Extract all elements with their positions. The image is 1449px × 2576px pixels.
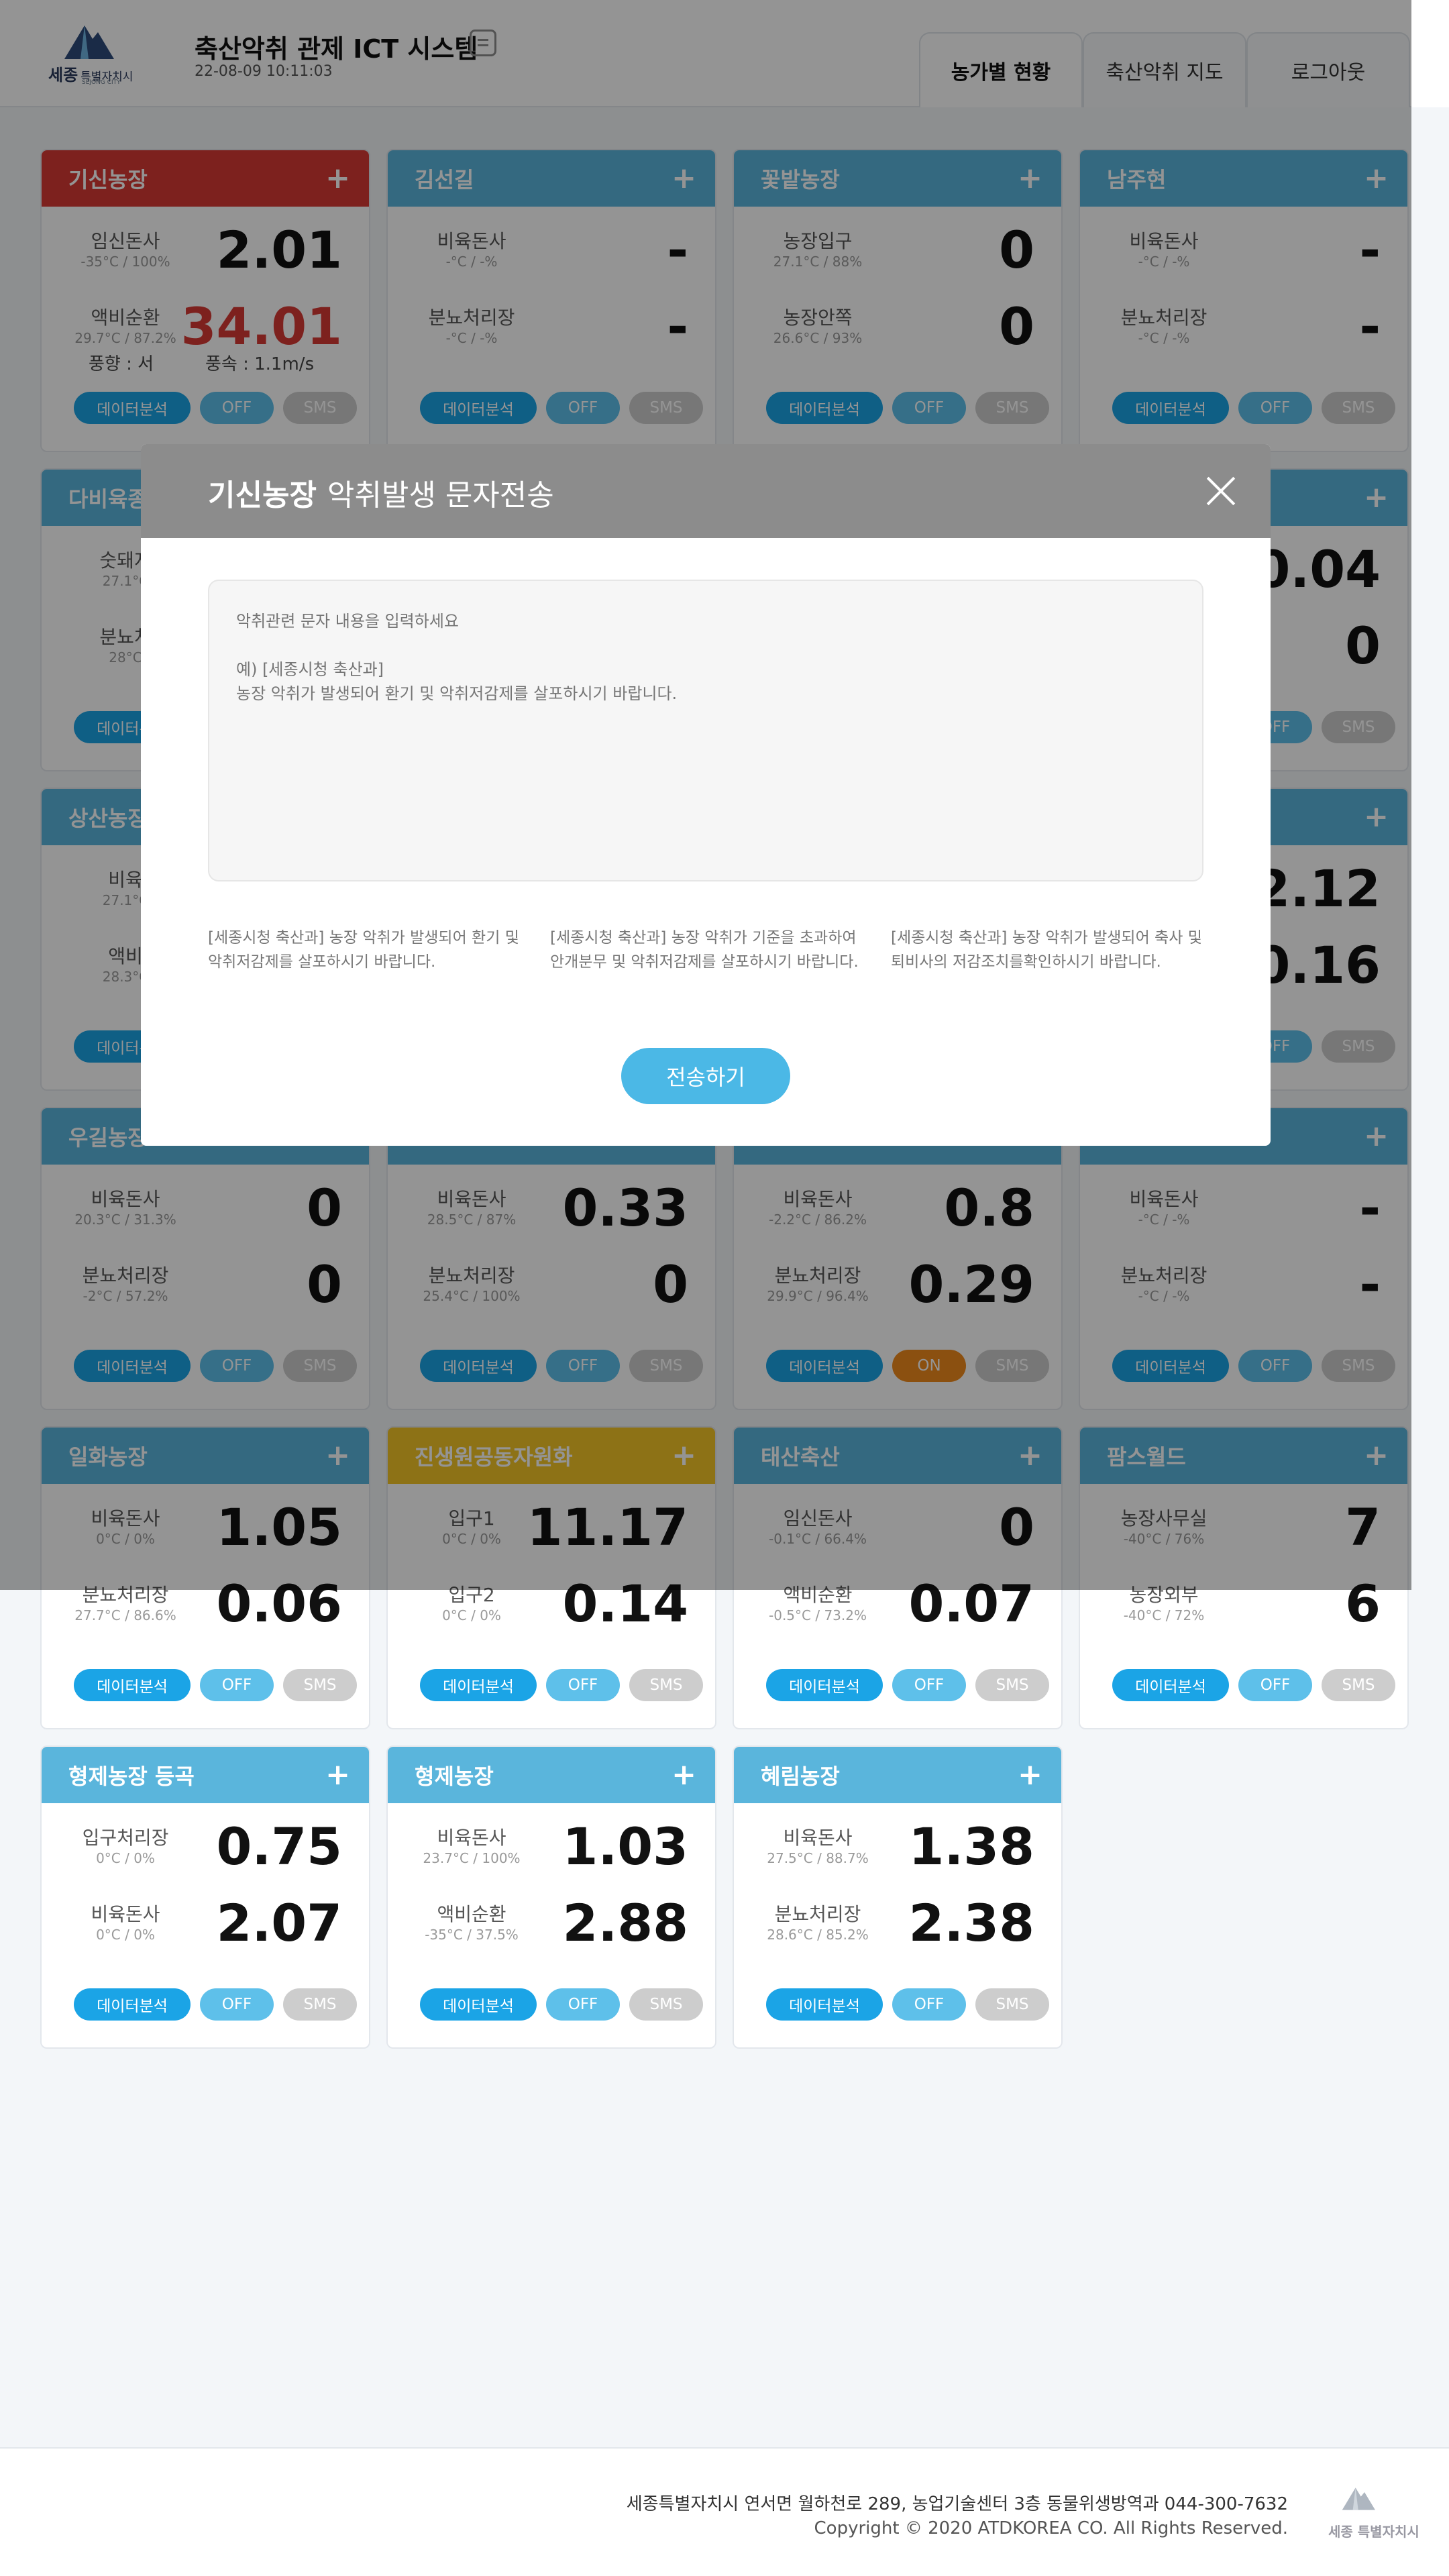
sms-message-input[interactable]	[208, 580, 1203, 881]
data-analysis-button[interactable]: 데이터분석	[766, 1988, 883, 2021]
card-buttons: 데이터분석 OFF SMS	[74, 1988, 357, 2021]
sensor-value: 1.03	[562, 1817, 688, 1876]
sms-button[interactable]: SMS	[975, 1988, 1049, 2021]
card-buttons: 데이터분석 OFF SMS	[420, 1669, 703, 1701]
sensor-value: 2.88	[562, 1893, 688, 1953]
alarm-toggle-button[interactable]: OFF	[546, 1669, 620, 1701]
farm-card-header[interactable]: 형제농장 +	[388, 1747, 715, 1803]
sensor-row: 입구처리장 0°C / 0% 0.75	[62, 1817, 342, 1884]
message-template-3[interactable]: [세종시청 축산과] 농장 악취가 발생되어 축사 및 퇴비사의 저감조치를확인…	[891, 926, 1206, 974]
sensor-value: 1.38	[908, 1817, 1034, 1876]
sensor-name: 비육돈사	[91, 1903, 160, 1925]
sensor-value: 2.07	[216, 1893, 342, 1953]
sms-button[interactable]: SMS	[1322, 1669, 1395, 1701]
alarm-toggle-button[interactable]: OFF	[892, 1669, 966, 1701]
farm-card-header[interactable]: 형제농장 등곡 +	[42, 1747, 369, 1803]
farm-card-header[interactable]: 혜림농장 +	[734, 1747, 1061, 1803]
farm-card: 혜림농장 + 비육돈사 27.5°C / 88.7% 1.38 분뇨처리장 28…	[733, 1746, 1063, 2049]
header-edge	[1411, 0, 1449, 107]
sensor-name: 비육돈사	[437, 1827, 506, 1849]
card-buttons: 데이터분석 OFF SMS	[766, 1988, 1049, 2021]
sensor-row: 비육돈사 23.7°C / 100% 1.03	[408, 1817, 688, 1884]
footer-logo-text: 세종 특별자치시	[1328, 2524, 1419, 2540]
sensor-temp-humidity: -40°C / 72%	[1123, 1607, 1205, 1623]
sensor-value: 2.38	[908, 1893, 1034, 1953]
modal-title: 기신농장 악취발생 문자전송	[208, 478, 554, 513]
sensor-temp-humidity: 0°C / 0%	[96, 1850, 155, 1866]
sms-button[interactable]: SMS	[283, 1988, 357, 2021]
sensor-temp-humidity: -35°C / 37.5%	[425, 1927, 519, 1943]
sensor-temp-humidity: 23.7°C / 100%	[423, 1850, 521, 1866]
sms-button[interactable]: SMS	[629, 1669, 703, 1701]
sensor-row: 액비순환 -35°C / 37.5% 2.88	[408, 1893, 688, 1960]
sensor-row: 비육돈사 27.5°C / 88.7% 1.38	[754, 1817, 1034, 1884]
card-buttons: 데이터분석 OFF SMS	[74, 1669, 357, 1701]
sensor-temp-humidity: 27.7°C / 86.6%	[74, 1607, 176, 1623]
farm-name: 혜림농장	[761, 1764, 840, 1789]
data-analysis-button[interactable]: 데이터분석	[74, 1669, 191, 1701]
message-template-2[interactable]: [세종시청 축산과] 농장 악취가 기준을 초과하여 안개분무 및 악취저감제를…	[550, 926, 865, 974]
data-analysis-button[interactable]: 데이터분석	[1112, 1669, 1229, 1701]
close-icon[interactable]	[1205, 475, 1237, 507]
sensor-temp-humidity: -0.5°C / 73.2%	[769, 1607, 867, 1623]
sensor-name: 비육돈사	[783, 1827, 853, 1849]
card-buttons: 데이터분석 OFF SMS	[1112, 1669, 1395, 1701]
alarm-toggle-button[interactable]: OFF	[546, 1988, 620, 2021]
data-analysis-button[interactable]: 데이터분석	[420, 1988, 537, 2021]
message-template-1[interactable]: [세종시청 축산과] 농장 악취가 발생되어 환기 및 악취저감제를 살포하시기…	[208, 926, 523, 974]
data-analysis-button[interactable]: 데이터분석	[420, 1669, 537, 1701]
sms-modal: 기신농장악취발생 문자전송 [세종시청 축산과] 농장 악취가 발생되어 환기 …	[141, 444, 1271, 1146]
alarm-toggle-button[interactable]: OFF	[200, 1988, 274, 2021]
plus-icon[interactable]: +	[1018, 1760, 1042, 1790]
sensor-name: 액비순환	[437, 1903, 506, 1925]
mountain-logo-icon	[1342, 2487, 1375, 2510]
farm-name: 형제농장 등곡	[68, 1764, 195, 1789]
farm-name: 형제농장	[415, 1764, 494, 1789]
data-analysis-button[interactable]: 데이터분석	[74, 1988, 191, 2021]
footer-logo: 세종 특별자치시	[1328, 2481, 1419, 2541]
sms-button[interactable]: SMS	[629, 1988, 703, 2021]
send-button[interactable]: 전송하기	[621, 1048, 790, 1104]
sms-button[interactable]: SMS	[975, 1669, 1049, 1701]
sms-button[interactable]: SMS	[283, 1669, 357, 1701]
card-buttons: 데이터분석 OFF SMS	[766, 1669, 1049, 1701]
footer: 세종특별자치시 연서면 월하천로 289, 농업기술센터 3층 동물위생방역과 …	[0, 2447, 1449, 2576]
sensor-name: 입구처리장	[82, 1827, 169, 1849]
farm-card: 형제농장 + 비육돈사 23.7°C / 100% 1.03 액비순환 -35°…	[386, 1746, 716, 2049]
sensor-temp-humidity: 27.5°C / 88.7%	[767, 1850, 869, 1866]
alarm-toggle-button[interactable]: OFF	[892, 1988, 966, 2021]
sensor-value: 0.75	[216, 1817, 342, 1876]
plus-icon[interactable]: +	[672, 1760, 696, 1790]
modal-header: 기신농장 악취발생 문자전송	[141, 444, 1271, 538]
sensor-temp-humidity: 28.6°C / 85.2%	[767, 1927, 869, 1943]
alarm-toggle-button[interactable]: OFF	[200, 1669, 274, 1701]
data-analysis-button[interactable]: 데이터분석	[766, 1669, 883, 1701]
card-buttons: 데이터분석 OFF SMS	[420, 1988, 703, 2021]
farm-card: 형제농장 등곡 + 입구처리장 0°C / 0% 0.75 비육돈사 0°C /…	[40, 1746, 370, 2049]
footer-address: 세종특별자치시 연서면 월하천로 289, 농업기술센터 3층 동물위생방역과 …	[626, 2494, 1288, 2514]
sensor-row: 비육돈사 0°C / 0% 2.07	[62, 1893, 342, 1960]
alarm-toggle-button[interactable]: OFF	[1238, 1669, 1312, 1701]
footer-copyright: Copyright © 2020 ATDKOREA CO. All Rights…	[814, 2518, 1288, 2538]
sensor-name: 분뇨처리장	[774, 1903, 861, 1925]
sensor-temp-humidity: 0°C / 0%	[442, 1607, 501, 1623]
sensor-temp-humidity: 0°C / 0%	[96, 1927, 155, 1943]
sensor-row: 분뇨처리장 28.6°C / 85.2% 2.38	[754, 1893, 1034, 1960]
plus-icon[interactable]: +	[325, 1760, 350, 1790]
